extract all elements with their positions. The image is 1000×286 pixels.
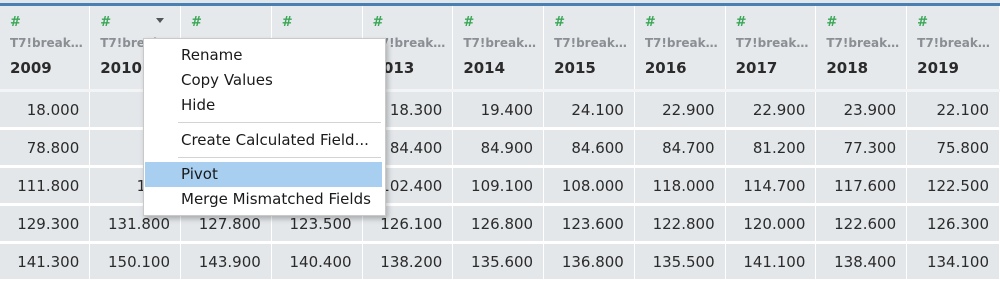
table-cell[interactable]: 141.100 [725, 241, 817, 279]
menu-item-create-calculated-field[interactable]: Create Calculated Field... [145, 128, 382, 153]
column-name[interactable]: 2009 [10, 58, 89, 78]
table-cell[interactable]: 141.300 [0, 241, 91, 279]
table-cell[interactable]: 23.900 [815, 89, 908, 129]
number-type-icon[interactable]: # [463, 14, 543, 32]
table-cell[interactable]: 150.100 [89, 241, 182, 279]
column-header-2014[interactable]: # T7!breakd... 2014 [452, 6, 545, 91]
table-cell[interactable]: 122.600 [815, 203, 908, 243]
table-cell[interactable]: 19.400 [452, 89, 545, 129]
column-source: T7!breakd... [554, 36, 634, 50]
menu-divider [178, 122, 381, 123]
number-type-icon[interactable]: # [826, 14, 906, 32]
table-row: 141.300 150.100 143.900 140.400 138.200 135.6… [0, 241, 1000, 279]
number-type-icon[interactable]: # [10, 14, 89, 32]
table-cell[interactable]: 114.700 [725, 165, 817, 205]
column-source: T7!breakd... [463, 36, 544, 50]
column-header-2018[interactable]: # T7!breakd... 2018 [815, 6, 908, 91]
table-cell[interactable]: 22.900 [725, 89, 817, 129]
table-cell[interactable]: 78.800 [0, 127, 91, 167]
table-cell[interactable]: 122.800 [634, 203, 726, 243]
column-name[interactable]: 2017 [736, 58, 816, 78]
table-cell[interactable]: 84.900 [452, 127, 545, 167]
column-context-menu: Rename Copy Values Hide Create Calculate… [143, 38, 386, 216]
menu-item-rename[interactable]: Rename [145, 43, 382, 68]
column-header-2017[interactable]: # T7!breakd... 2017 [725, 6, 817, 91]
column-source: T7!breakd... [644, 36, 725, 50]
table-cell[interactable]: 143.900 [180, 241, 272, 279]
column-source: T7!breakd... [735, 36, 816, 50]
column-menu-chevron-down-icon[interactable] [156, 18, 165, 23]
table-cell[interactable]: 108.000 [543, 165, 635, 205]
menu-item-pivot[interactable]: Pivot [145, 162, 382, 187]
table-cell[interactable]: 138.200 [362, 241, 454, 279]
table-cell[interactable]: 118.000 [634, 165, 726, 205]
menu-item-copy-values[interactable]: Copy Values [145, 68, 382, 93]
column-name[interactable]: 2016 [645, 58, 725, 78]
column-header-2016[interactable]: # T7!breakd... 2016 [634, 6, 726, 91]
number-type-icon[interactable]: # [554, 14, 634, 32]
number-type-icon[interactable]: # [645, 14, 725, 32]
menu-divider [178, 157, 381, 158]
column-source: T7!breakdown [917, 36, 999, 50]
table-cell[interactable]: 122.500 [906, 165, 1000, 205]
table-cell[interactable]: 140.400 [271, 241, 363, 279]
column-header-2009[interactable]: # T7!breakd... 2009 [0, 6, 91, 91]
table-cell[interactable]: 126.300 [906, 203, 1000, 243]
column-name[interactable]: 2018 [826, 58, 906, 78]
table-cell[interactable]: 84.600 [543, 127, 635, 167]
table-cell[interactable]: 109.100 [452, 165, 545, 205]
number-type-icon[interactable]: # [917, 14, 999, 32]
table-cell[interactable]: 22.900 [634, 89, 726, 129]
menu-item-merge-mismatched-fields[interactable]: Merge Mismatched Fields [145, 187, 382, 212]
table-cell[interactable]: 135.600 [452, 241, 545, 279]
table-cell[interactable]: 84.700 [634, 127, 726, 167]
column-name[interactable]: 2014 [463, 58, 543, 78]
table-cell[interactable]: 126.800 [452, 203, 545, 243]
table-cell[interactable]: 77.300 [815, 127, 908, 167]
number-type-icon[interactable]: # [282, 14, 362, 32]
table-cell[interactable]: 18.000 [0, 89, 91, 129]
table-cell[interactable]: 135.500 [634, 241, 726, 279]
number-type-icon[interactable]: # [191, 14, 271, 32]
table-cell[interactable]: 138.400 [815, 241, 908, 279]
column-name[interactable]: 2015 [554, 58, 634, 78]
number-type-icon[interactable]: # [736, 14, 816, 32]
table-cell[interactable]: 75.800 [906, 127, 1000, 167]
table-cell[interactable]: 22.100 [906, 89, 1000, 129]
column-name[interactable]: 2019 [917, 58, 999, 78]
column-source: T7!breakd... [826, 36, 907, 50]
table-cell[interactable]: 111.800 [0, 165, 91, 205]
table-cell[interactable]: 117.600 [815, 165, 908, 205]
number-type-icon[interactable]: # [100, 14, 180, 32]
table-cell[interactable]: 120.000 [725, 203, 817, 243]
table-cell[interactable]: 136.800 [543, 241, 635, 279]
number-type-icon[interactable]: # [373, 14, 453, 32]
table-cell[interactable]: 123.600 [543, 203, 635, 243]
table-cell[interactable]: 81.200 [725, 127, 817, 167]
table-cell[interactable]: 129.300 [0, 203, 91, 243]
menu-item-hide[interactable]: Hide [145, 93, 382, 118]
table-cell[interactable]: 134.100 [906, 241, 1000, 279]
column-source: T7!breakd... [10, 36, 90, 50]
column-header-2019[interactable]: # T7!breakdown 2019 [906, 6, 1000, 91]
column-header-2015[interactable]: # T7!breakd... 2015 [543, 6, 635, 91]
table-cell[interactable]: 24.100 [543, 89, 635, 129]
